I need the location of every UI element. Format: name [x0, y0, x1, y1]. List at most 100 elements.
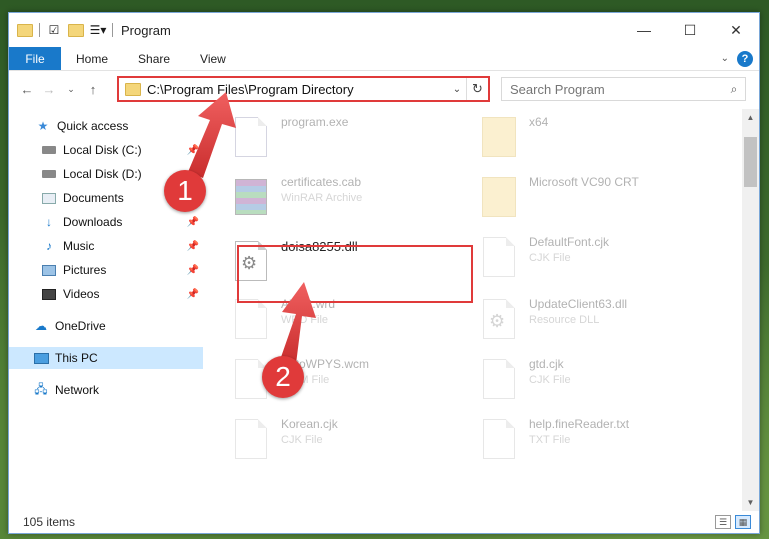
list-item[interactable]: DefaultFont.cjk CJK File — [479, 235, 609, 281]
sidebar-item-label: Network — [55, 383, 100, 397]
list-item[interactable]: About.wrd WRD File — [231, 297, 335, 343]
new-folder-icon[interactable] — [68, 22, 84, 38]
file-name: program.exe — [281, 115, 349, 129]
search-box[interactable]: ⌕ — [501, 77, 746, 101]
pin-icon[interactable]: 📌 — [187, 265, 199, 276]
help-icon[interactable]: ? — [737, 50, 753, 67]
divider — [39, 23, 40, 37]
pin-icon[interactable]: 📌 — [187, 145, 199, 156]
close-button[interactable]: ✕ — [713, 13, 759, 47]
list-item[interactable]: x64 — [479, 115, 548, 161]
file-explorer-window: ☑ ☰▾ Program — ☐ ✕ File Home Share View … — [8, 12, 760, 534]
scroll-up-icon[interactable]: ▲ — [742, 109, 759, 126]
scrollbar-thumb[interactable] — [744, 137, 757, 187]
search-icon[interactable]: ⌕ — [723, 82, 745, 97]
sidebar-item-quick-access[interactable]: ★ Quick access — [9, 115, 203, 137]
file-list: program.exe certificates.cab WinRAR Arch… — [209, 109, 745, 504]
folder-icon — [479, 175, 519, 221]
large-icons-view-icon[interactable]: ▦ — [735, 515, 751, 529]
sidebar-item-videos[interactable]: Videos 📌 — [9, 283, 203, 305]
file-name: UpdateClient63.dll — [529, 297, 628, 311]
file-icon — [479, 235, 519, 281]
archive-icon — [231, 175, 271, 221]
sidebar-item-onedrive[interactable]: ☁ OneDrive — [9, 315, 203, 337]
quick-access-toolbar: ☑ ☰▾ — [9, 22, 113, 38]
list-item[interactable]: Korean.cjk CJK File — [231, 417, 338, 463]
forward-arrow-icon[interactable]: → — [41, 82, 57, 97]
title-bar: ☑ ☰▾ Program — ☐ ✕ — [9, 13, 759, 47]
file-name: Microsoft VC90 CRT — [529, 175, 639, 189]
maximize-button[interactable]: ☐ — [667, 13, 713, 47]
list-item[interactable]: gtd.cjk CJK File — [479, 357, 571, 403]
tab-view[interactable]: View — [185, 47, 241, 70]
pin-icon[interactable]: 📌 — [187, 241, 199, 252]
folder-icon — [125, 82, 141, 96]
sidebar-item-label: This PC — [55, 351, 98, 365]
pictures-icon — [41, 263, 57, 277]
sidebar-item-label: Local Disk (C:) — [63, 143, 142, 157]
videos-icon — [41, 287, 57, 301]
sidebar-item-pictures[interactable]: Pictures 📌 — [9, 259, 203, 281]
exe-file-icon — [231, 115, 271, 161]
sidebar-item-label: Music — [63, 239, 95, 253]
sidebar-item-music[interactable]: ♪ Music 📌 — [9, 235, 203, 257]
file-name: Korean.cjk — [281, 417, 338, 431]
customize-toolbar-icon[interactable]: ☰▾ — [90, 22, 107, 38]
up-arrow-icon[interactable]: ↑ — [85, 82, 101, 97]
scroll-down-icon[interactable]: ▼ — [742, 494, 759, 511]
sidebar-item-label: Pictures — [63, 263, 107, 277]
file-type: Resource DLL — [529, 314, 600, 326]
properties-icon[interactable]: ☑ — [46, 22, 62, 38]
file-type: CJK File — [281, 434, 323, 446]
ribbon-tabs: File Home Share View ⌄ ? — [9, 47, 759, 71]
divider — [112, 23, 113, 37]
file-icon — [231, 297, 271, 343]
sidebar-item-this-pc[interactable]: This PC — [9, 347, 203, 369]
list-item[interactable]: program.exe — [231, 115, 348, 161]
dll-file-icon: ⚙ — [479, 297, 519, 343]
minimize-button[interactable]: — — [621, 13, 667, 47]
sidebar-item-downloads[interactable]: ↓ Downloads 📌 — [9, 211, 203, 233]
folder-icon — [479, 115, 519, 161]
list-item[interactable]: help.fineReader.txt TXT File — [479, 417, 629, 463]
address-bar[interactable]: C:\Program Files\Program Directory ⌄ ↻ — [117, 76, 490, 102]
tab-share[interactable]: Share — [123, 47, 185, 70]
file-highlight-box — [237, 245, 473, 303]
file-type: CJK File — [529, 252, 571, 264]
recent-locations-icon[interactable]: ⌄ — [63, 84, 79, 95]
chevron-down-icon[interactable]: ⌄ — [721, 53, 729, 64]
refresh-icon[interactable]: ↻ — [466, 78, 488, 100]
chevron-down-icon[interactable]: ⌄ — [448, 84, 466, 95]
drive-icon — [41, 143, 57, 157]
vertical-scrollbar[interactable]: ▲ ▼ — [742, 109, 759, 511]
documents-icon — [41, 191, 57, 205]
file-name: certificates.cab — [281, 175, 362, 189]
file-type: TXT File — [529, 434, 571, 446]
sidebar-item-label: OneDrive — [55, 319, 106, 333]
back-arrow-icon[interactable]: ← — [19, 82, 35, 97]
download-icon: ↓ — [46, 215, 52, 229]
step-one-badge: 1 — [164, 170, 206, 212]
folder-icon[interactable] — [17, 22, 33, 38]
pin-icon[interactable]: 📌 — [187, 289, 199, 300]
network-icon: 🖧 — [34, 381, 48, 396]
window-controls: — ☐ ✕ — [621, 13, 759, 47]
list-item[interactable]: certificates.cab WinRAR Archive — [231, 175, 362, 221]
file-name: x64 — [529, 115, 549, 129]
status-bar: 105 items ☰ ▦ — [9, 511, 759, 533]
sidebar-item-local-disk-c[interactable]: Local Disk (C:) 📌 — [9, 139, 203, 161]
music-icon: ♪ — [46, 239, 52, 253]
list-item[interactable]: ⚙ UpdateClient63.dll Resource DLL — [479, 297, 627, 343]
details-view-icon[interactable]: ☰ — [715, 515, 731, 529]
search-input[interactable] — [510, 81, 723, 97]
tab-home[interactable]: Home — [61, 47, 123, 70]
list-item[interactable]: Microsoft VC90 CRT — [479, 175, 639, 221]
view-switcher: ☰ ▦ — [715, 515, 759, 529]
cloud-icon: ☁ — [35, 319, 47, 333]
pin-icon[interactable]: 📌 — [187, 217, 199, 228]
file-type: WinRAR Archive — [281, 192, 363, 204]
address-path[interactable]: C:\Program Files\Program Directory — [147, 82, 448, 97]
tab-file[interactable]: File — [9, 47, 61, 70]
sidebar-item-network[interactable]: 🖧 Network — [9, 379, 203, 401]
address-row: ← → ⌄ ↑ C:\Program Files\Program Directo… — [9, 73, 759, 105]
